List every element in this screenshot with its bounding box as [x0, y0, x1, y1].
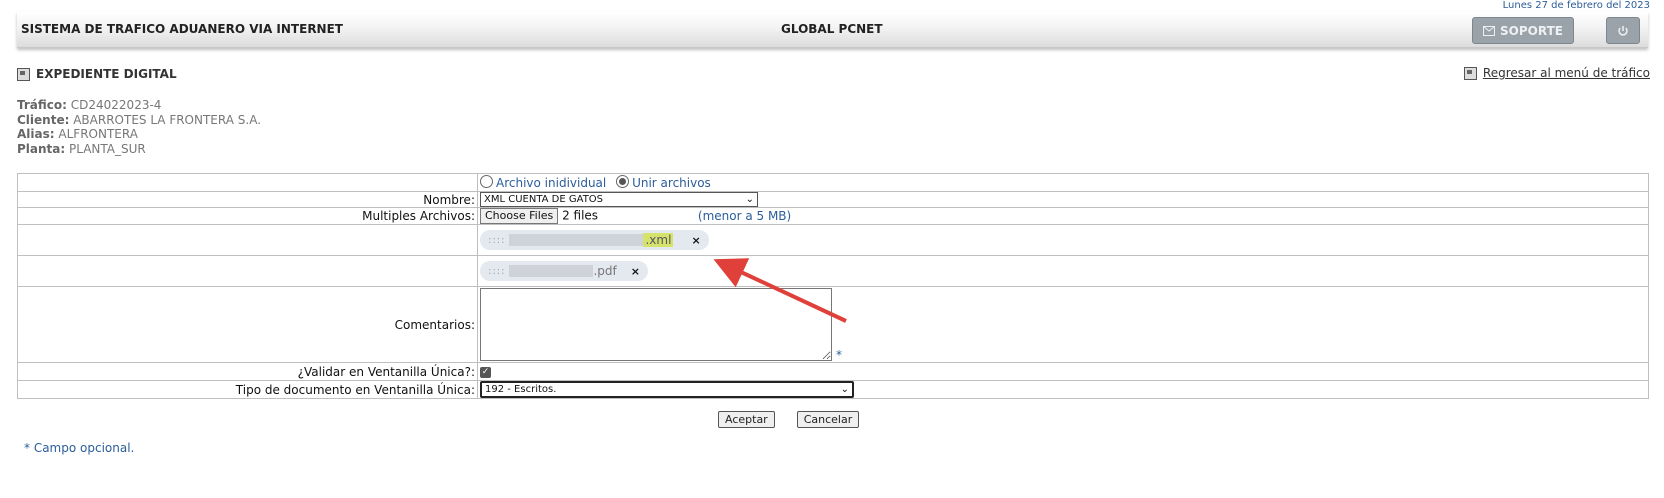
file-row-xml: :::: .xml × [17, 224, 1649, 256]
files-row: Multiples Archivos: Choose Files 2 files… [17, 207, 1649, 225]
nombre-row: Nombre: XML CUENTA DE GATOS ⌄ [17, 191, 1649, 208]
radio-individual[interactable] [480, 175, 493, 188]
optional-mark: * [836, 348, 842, 362]
file-chip-xml[interactable]: :::: .xml × [480, 230, 709, 250]
choose-files-button[interactable]: Choose Files [480, 208, 559, 224]
back-link-container: Regresar al menú de tráfico [1463, 66, 1650, 80]
power-button[interactable] [1606, 17, 1640, 44]
app-title: GLOBAL PCNET [781, 22, 883, 36]
radio-merge[interactable] [616, 175, 630, 188]
drag-handle-icon[interactable]: :::: [488, 266, 505, 277]
system-title: SISTEMA DE TRAFICO ADUANERO VIA INTERNET [21, 22, 343, 36]
chevron-down-icon: ⌄ [840, 384, 849, 395]
nombre-label: Nombre: [17, 191, 478, 208]
redacted-filename [509, 265, 594, 277]
tipo-select[interactable]: 192 - Escritos. ⌄ [480, 381, 854, 398]
file-extension: .xml [643, 233, 674, 247]
tipo-row: Tipo de documento en Ventanilla Única: 1… [17, 380, 1649, 399]
file-extension: .pdf [593, 264, 617, 278]
optional-field-footnote: * Campo opcional. [24, 441, 135, 455]
file-chip-pdf[interactable]: :::: .pdf × [480, 261, 648, 281]
drag-handle-icon[interactable]: :::: [488, 235, 505, 246]
chevron-down-icon: ⌄ [745, 194, 754, 205]
files-count: 2 files [562, 208, 599, 223]
remove-file-icon[interactable]: × [691, 234, 700, 247]
back-to-menu-link[interactable]: Regresar al menú de tráfico [1483, 66, 1650, 80]
upload-form-table: Archivo inidividual Unir archivos Nombre… [17, 173, 1649, 399]
document-icon [17, 67, 30, 81]
current-date: Lunes 27 de febrero del 2023 [1502, 0, 1650, 11]
cancel-button[interactable]: Cancelar [796, 411, 860, 428]
nombre-select[interactable]: XML CUENTA DE GATOS ⌄ [480, 192, 758, 207]
mode-row: Archivo inidividual Unir archivos [17, 173, 1649, 192]
comentarios-row: Comentarios: * [17, 286, 1649, 363]
validar-checkbox[interactable]: ✓ [480, 366, 491, 378]
power-icon [1618, 25, 1628, 36]
section-title: EXPEDIENTE DIGITAL [17, 67, 177, 81]
validar-row: ¿Validar en Ventanilla Única?: ✓ [17, 362, 1649, 381]
radio-merge-label[interactable]: Unir archivos [632, 176, 711, 190]
file-row-pdf: :::: .pdf × [17, 255, 1649, 287]
info-planta: Planta: PLANTA_SUR [17, 141, 146, 156]
comentarios-label: Comentarios: [17, 286, 478, 363]
comentarios-textarea[interactable] [480, 288, 832, 361]
remove-file-icon[interactable]: × [631, 265, 640, 278]
support-button[interactable]: SOPORTE [1472, 17, 1574, 44]
tipo-label: Tipo de documento en Ventanilla Única: [17, 380, 478, 399]
multiples-label: Multiples Archivos: [17, 207, 478, 225]
size-limit-note: (menor a 5 MB) [697, 208, 792, 223]
radio-individual-label[interactable]: Archivo inidividual [496, 176, 606, 190]
validar-label: ¿Validar en Ventanilla Única?: [17, 362, 478, 381]
form-actions: Aceptar Cancelar [718, 411, 860, 428]
info-alias: Alias: ALFRONTERA [17, 127, 138, 141]
traffic-info: Tráfico: CD24022023-4 Cliente: ABARROTES… [17, 98, 261, 156]
support-label: SOPORTE [1500, 23, 1563, 38]
accept-button[interactable]: Aceptar [718, 411, 775, 428]
info-cliente: Cliente: ABARROTES LA FRONTERA S.A. [17, 112, 262, 127]
top-header-bar: SISTEMA DE TRAFICO ADUANERO VIA INTERNET… [17, 12, 1648, 48]
section-title-text: EXPEDIENTE DIGITAL [36, 67, 177, 81]
menu-icon [1463, 66, 1477, 80]
info-trafico: Tráfico: CD24022023-4 [17, 98, 162, 112]
envelope-icon [1483, 25, 1496, 36]
redacted-filename [509, 234, 644, 246]
